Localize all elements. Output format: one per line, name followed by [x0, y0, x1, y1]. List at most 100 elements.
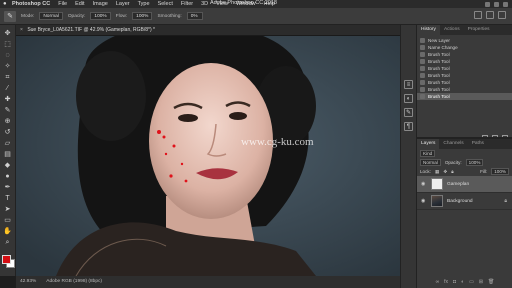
healing-icon[interactable]: ✚ — [3, 96, 13, 104]
share-icon[interactable] — [498, 11, 506, 19]
brush-preset-icon[interactable]: ✎ — [4, 10, 16, 22]
history-item[interactable]: New Layer — [417, 37, 512, 44]
paragraph-panel-icon[interactable]: ¶ — [404, 122, 413, 131]
options-bar: Adobe Photoshop CC 2018 ✎ Mode: Normal O… — [0, 0, 512, 25]
kind-filter-select[interactable]: Kind — [420, 150, 436, 157]
history-item[interactable]: Brush Tool — [417, 79, 512, 86]
move-icon[interactable]: ✥ — [3, 30, 13, 38]
workspace-icon[interactable] — [486, 11, 494, 19]
adjustments-panel-icon[interactable]: ◐ — [404, 94, 413, 103]
menu-3d[interactable]: 3D — [201, 0, 208, 8]
path-select-icon[interactable]: ➤ — [3, 206, 13, 214]
dodge-icon[interactable]: ● — [3, 173, 13, 181]
marquee-icon[interactable]: ⬚ — [3, 41, 13, 49]
blend-mode-select[interactable]: Normal — [420, 159, 441, 166]
document-tab[interactable]: × Sue Bryce_L0A5621.TIF @ 42.9% (Gamepla… — [16, 25, 400, 36]
gradient-icon[interactable]: ▤ — [3, 151, 13, 159]
pen-icon[interactable]: ✒ — [3, 184, 13, 192]
fx-icon[interactable]: fx — [444, 279, 448, 285]
menu-layer[interactable]: Layer — [116, 0, 130, 8]
tab-history[interactable]: History — [417, 25, 440, 35]
flow-field[interactable]: 100% — [132, 12, 153, 20]
apple-icon[interactable]: ● — [3, 0, 9, 8]
history-item-label: New Layer — [428, 38, 450, 43]
fill-field[interactable]: 100% — [491, 168, 509, 175]
foreground-color-swatch[interactable] — [1, 255, 11, 264]
layer-row-gameplan[interactable]: ◉ Gameplan — [417, 176, 512, 193]
blur-icon[interactable]: ◆ — [3, 162, 13, 170]
history-item[interactable]: Brush Tool — [417, 65, 512, 72]
menu-image[interactable]: Image — [93, 0, 108, 8]
lock-pixels-icon[interactable]: ▦ — [435, 169, 439, 175]
history-item-label: Brush Tool — [428, 87, 450, 92]
smoothing-label: Smoothing: — [157, 13, 182, 19]
tools-panel: ✥ ⬚ ◌ ✧ ⌗ ⁄ ✚ ✎ ⊕ ↺ ▱ ▤ ◆ ● ✒ T ➤ ▭ ✋ ⌕ — [0, 25, 16, 276]
history-item[interactable]: Brush Tool — [417, 58, 512, 65]
mask-icon[interactable]: ◘ — [453, 279, 456, 285]
tab-paths[interactable]: Paths — [468, 139, 488, 149]
zoom-readout[interactable]: 42.93% — [20, 276, 36, 288]
lasso-icon[interactable]: ◌ — [3, 52, 13, 60]
layer-name[interactable]: Gameplan — [447, 182, 469, 187]
history-item[interactable]: Name Change — [417, 44, 512, 51]
mode-label: Mode: — [21, 13, 35, 19]
spotlight-icon[interactable] — [503, 1, 508, 7]
history-item[interactable]: Brush Tool — [417, 72, 512, 79]
smoothing-field[interactable]: 0% — [186, 12, 203, 20]
lock-all-icon[interactable]: 🔒︎ — [451, 169, 453, 174]
brush-settings-panel-icon[interactable]: ✎ — [404, 108, 413, 117]
tab-properties[interactable]: Properties — [464, 25, 494, 35]
tab-channels[interactable]: Channels — [439, 139, 467, 149]
layers-panel: Layers Channels Paths Kind Normal Opacit… — [417, 137, 512, 288]
layer-row-background[interactable]: ◉ Background 🔒︎ — [417, 193, 512, 210]
lock-position-icon[interactable]: ✥ — [443, 169, 447, 175]
eye-icon[interactable]: ◉ — [421, 198, 427, 204]
layer-opacity-field[interactable]: 100% — [465, 159, 484, 166]
mode-select[interactable]: Normal — [39, 12, 63, 20]
status-bar: 42.93% Adobe RGB (1998) (8bpc) — [16, 276, 400, 288]
properties-panel-icon[interactable]: ≡ — [404, 80, 413, 89]
history-panel-tabs: History Actions Properties — [417, 25, 512, 35]
collapsed-panel-strip: ≡ ◐ ✎ ¶ — [400, 25, 416, 288]
history-item[interactable]: Brush Tool — [417, 86, 512, 93]
trash-icon[interactable]: 🗑︎ — [488, 279, 494, 285]
quick-select-icon[interactable]: ✧ — [3, 63, 13, 71]
eraser-icon[interactable]: ▱ — [3, 140, 13, 148]
layer-filter-row: Kind — [417, 149, 512, 158]
eye-icon[interactable]: ◉ — [421, 181, 427, 187]
clone-icon[interactable]: ⊕ — [3, 118, 13, 126]
type-icon[interactable]: T — [3, 195, 13, 203]
history-brush-icon[interactable]: ↺ — [3, 129, 13, 137]
opacity-field[interactable]: 100% — [90, 12, 111, 20]
search-icon[interactable] — [474, 11, 482, 19]
menu-filter[interactable]: Filter — [181, 0, 193, 8]
history-list: New Layer Name Change Brush Tool Brush T… — [417, 35, 512, 133]
tab-actions[interactable]: Actions — [440, 25, 464, 35]
color-swatches[interactable] — [1, 254, 15, 270]
layer-name[interactable]: Background — [447, 199, 473, 204]
adjustment-layer-icon[interactable]: ◐ — [461, 279, 464, 285]
zoom-icon[interactable]: ⌕ — [3, 239, 13, 247]
tab-layers[interactable]: Layers — [417, 139, 440, 149]
hand-icon[interactable]: ✋ — [3, 228, 13, 236]
new-layer-icon[interactable]: ⊞ — [479, 279, 483, 285]
brush-icon[interactable]: ✎ — [3, 107, 13, 115]
menu-select[interactable]: Select — [158, 0, 173, 8]
app-menu[interactable]: Photoshop CC — [12, 0, 50, 8]
menu-type[interactable]: Type — [138, 0, 150, 8]
link-icon[interactable]: ∞ — [436, 279, 440, 285]
menu-file[interactable]: File — [58, 0, 67, 8]
wifi-icon[interactable] — [485, 1, 490, 7]
history-item[interactable]: Brush Tool — [417, 51, 512, 58]
shape-icon[interactable]: ▭ — [3, 217, 13, 225]
close-document-icon[interactable]: × — [20, 27, 23, 33]
group-icon[interactable]: ▭ — [469, 279, 474, 285]
history-state-icon — [420, 73, 425, 78]
history-item-label: Name Change — [428, 45, 458, 50]
eyedropper-icon[interactable]: ⁄ — [3, 85, 13, 93]
crop-icon[interactable]: ⌗ — [3, 74, 13, 82]
battery-icon[interactable] — [494, 1, 499, 7]
document-canvas[interactable]: www.cg-ku.com — [16, 36, 400, 276]
history-item-selected[interactable]: Brush Tool — [417, 93, 512, 100]
menu-edit[interactable]: Edit — [75, 0, 84, 8]
